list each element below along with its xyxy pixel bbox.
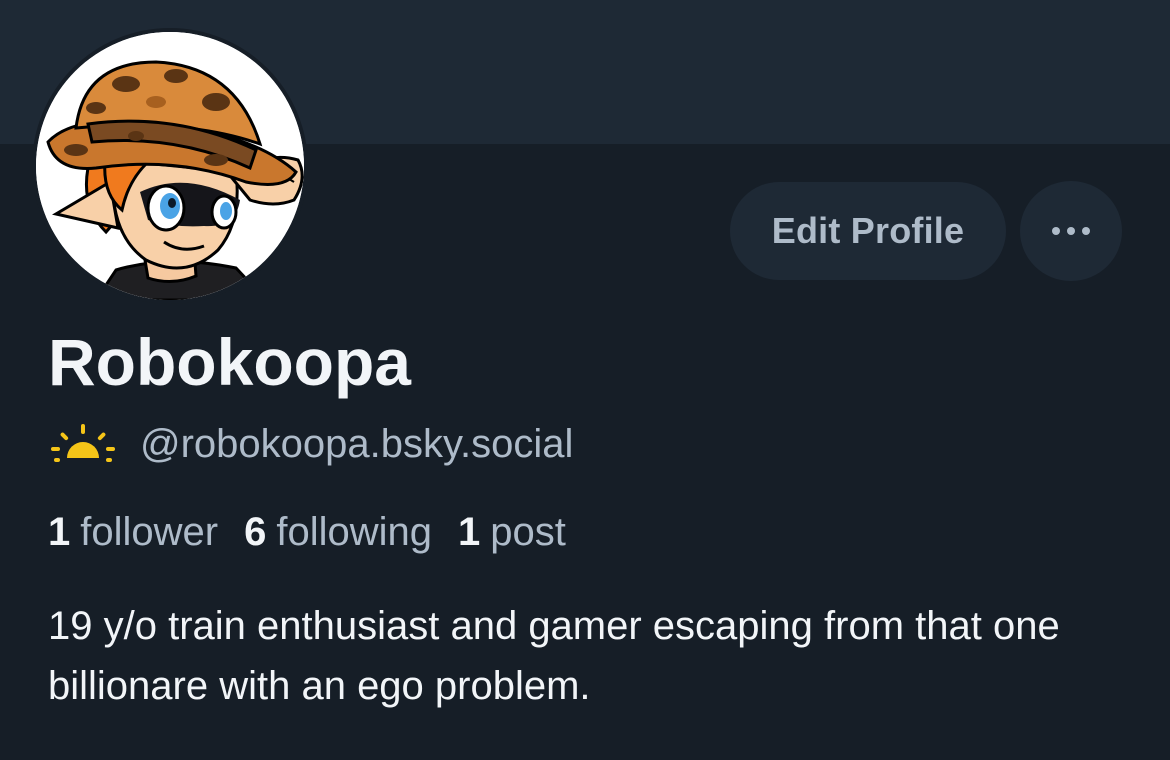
- posts-stat: 1 post: [458, 510, 566, 555]
- following-stat[interactable]: 6 following: [244, 510, 432, 555]
- edit-profile-button[interactable]: Edit Profile: [730, 182, 1006, 280]
- posts-count: 1: [458, 509, 481, 554]
- following-label: following: [276, 509, 432, 554]
- profile-bio: 19 y/o train enthusiast and gamer escapi…: [48, 604, 1060, 708]
- followers-stat[interactable]: 1 follower: [48, 510, 218, 555]
- followers-count: 1: [48, 509, 71, 554]
- profile-handle[interactable]: @robokoopa.bsky.social: [140, 422, 573, 467]
- posts-label: post: [490, 509, 566, 554]
- avatar-frame: [32, 28, 308, 304]
- handle-row: @robokoopa.bsky.social: [50, 418, 573, 470]
- profile-page: Edit Profile Robokoopa @robokoopa.bsky.s…: [0, 0, 1170, 760]
- avatar-image: [36, 32, 304, 300]
- followers-label: follower: [80, 509, 219, 554]
- following-count: 6: [244, 509, 267, 554]
- ellipsis-icon: [1052, 227, 1090, 235]
- more-options-button[interactable]: [1020, 181, 1122, 281]
- avatar[interactable]: [36, 32, 304, 300]
- sunrise-icon: [51, 424, 115, 462]
- display-name: Robokoopa: [48, 325, 411, 399]
- profile-stats: 1 follower 6 following 1 post: [48, 505, 592, 559]
